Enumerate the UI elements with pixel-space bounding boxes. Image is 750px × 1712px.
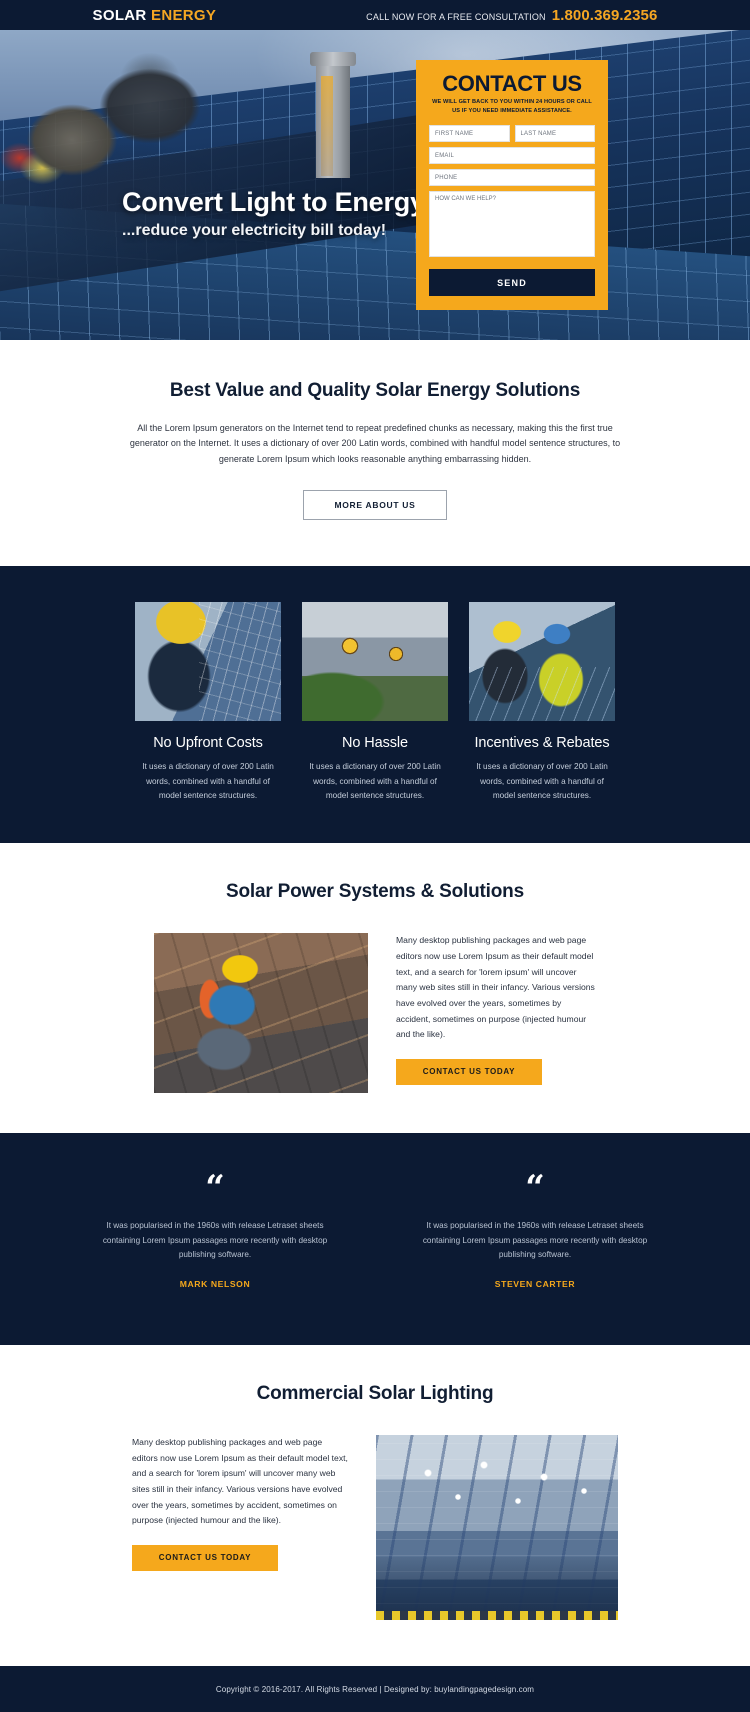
feature-title: No Hassle bbox=[342, 735, 408, 752]
hero-subheadline: ...reduce your electricity bill today! bbox=[122, 221, 387, 239]
phone-input[interactable]: PHONE bbox=[429, 169, 595, 187]
intro-heading: Best Value and Quality Solar Energy Solu… bbox=[169, 380, 581, 401]
solar-power-section: Solar Power Systems & Solutions Many des… bbox=[0, 843, 750, 1134]
commercial-warehouse-photo bbox=[376, 1435, 618, 1621]
feature-card: No Upfront Costs It uses a dictionary of… bbox=[135, 602, 281, 803]
hero-headline: Convert Light to Energy bbox=[122, 187, 425, 217]
hero-section: Convert Light to Energy ...reduce your e… bbox=[0, 30, 750, 340]
feature-body: It uses a dictionary of over 200 Latin w… bbox=[309, 762, 441, 801]
commercial-row: Many desktop publishing packages and web… bbox=[0, 1435, 750, 1621]
contact-us-today-button[interactable]: CONTACT US TODAY bbox=[396, 1058, 542, 1085]
site-logo[interactable]: SOLAR ENERGY bbox=[93, 7, 217, 24]
feature-title: No Upfront Costs bbox=[153, 735, 263, 752]
feature-image-icon bbox=[469, 602, 615, 722]
solar-power-photo bbox=[154, 933, 368, 1094]
testimonial-card: “ It was popularised in the 1960s with r… bbox=[100, 1168, 330, 1290]
name-fields-row: FIRST NAME LAST NAME bbox=[429, 125, 595, 143]
hero-chimney-vent bbox=[310, 52, 356, 178]
testimonial-body: It was popularised in the 1960s with rel… bbox=[102, 1221, 328, 1260]
footer-copyright: Copyright © 2016-2017. All Rights Reserv… bbox=[215, 1684, 535, 1694]
commercial-lighting-section: Commercial Solar Lighting Many desktop p… bbox=[0, 1345, 750, 1667]
send-button[interactable]: SEND bbox=[429, 269, 595, 297]
phone-number-link[interactable]: 1.800.369.2356 bbox=[552, 7, 658, 24]
contact-us-today-button[interactable]: CONTACT US TODAY bbox=[132, 1544, 278, 1571]
first-name-input[interactable]: FIRST NAME bbox=[429, 125, 510, 143]
commercial-heading: Commercial Solar Lighting bbox=[256, 1383, 494, 1405]
feature-image-icon bbox=[302, 602, 448, 722]
commercial-text-column: Many desktop publishing packages and web… bbox=[132, 1435, 348, 1620]
message-textarea[interactable]: HOW CAN WE HELP? bbox=[429, 191, 595, 258]
feature-title: Incentives & Rebates bbox=[474, 735, 610, 752]
solar-power-row: Many desktop publishing packages and web… bbox=[0, 933, 750, 1094]
testimonial-card: “ It was popularised in the 1960s with r… bbox=[420, 1168, 650, 1290]
contact-form-title: CONTACT US bbox=[442, 71, 582, 96]
hero-workers-photo bbox=[0, 48, 300, 288]
logo-word-energy: ENERGY bbox=[151, 6, 217, 24]
features-section: No Upfront Costs It uses a dictionary of… bbox=[0, 566, 750, 844]
page-footer: Copyright © 2016-2017. All Rights Reserv… bbox=[0, 1666, 750, 1712]
top-bar: SOLAR ENERGY CALL NOW FOR A FREE CONSULT… bbox=[0, 0, 750, 30]
quote-mark-icon: “ bbox=[205, 1168, 225, 1209]
solar-power-heading: Solar Power Systems & Solutions bbox=[226, 881, 524, 903]
testimonials-section: “ It was popularised in the 1960s with r… bbox=[0, 1133, 750, 1346]
feature-image-icon bbox=[135, 602, 281, 722]
contact-form-card: CONTACT US WE WILL GET BACK TO YOU WITHI… bbox=[416, 60, 608, 311]
feature-card: No Hassle It uses a dictionary of over 2… bbox=[302, 602, 448, 803]
call-now-label: CALL NOW FOR A FREE CONSULTATION bbox=[366, 11, 546, 22]
feature-card: Incentives & Rebates It uses a dictionar… bbox=[469, 602, 615, 803]
logo-word-solar: SOLAR bbox=[92, 6, 147, 24]
feature-body: It uses a dictionary of over 200 Latin w… bbox=[476, 762, 608, 801]
email-input[interactable]: EMAIL bbox=[429, 147, 595, 165]
email-field-row: EMAIL bbox=[429, 147, 595, 165]
more-about-us-button[interactable]: MORE ABOUT US bbox=[303, 490, 447, 521]
phone-field-row: PHONE bbox=[429, 169, 595, 187]
testimonial-author: MARK NELSON bbox=[179, 1279, 251, 1290]
commercial-paragraph: Many desktop publishing packages and web… bbox=[132, 1437, 348, 1526]
testimonials-row: “ It was popularised in the 1960s with r… bbox=[0, 1168, 750, 1290]
intro-paragraph: All the Lorem Ipsum generators on the In… bbox=[129, 423, 621, 464]
quote-mark-icon: “ bbox=[525, 1168, 545, 1209]
intro-section: Best Value and Quality Solar Energy Solu… bbox=[0, 340, 750, 567]
call-now-block: CALL NOW FOR A FREE CONSULTATION 1.800.3… bbox=[366, 7, 657, 24]
last-name-input[interactable]: LAST NAME bbox=[514, 125, 595, 143]
testimonial-body: It was popularised in the 1960s with rel… bbox=[422, 1221, 648, 1260]
testimonial-author: STEVEN CARTER bbox=[494, 1279, 576, 1290]
features-row: No Upfront Costs It uses a dictionary of… bbox=[0, 602, 750, 803]
contact-form-subtitle: WE WILL GET BACK TO YOU WITHIN 24 HOURS … bbox=[432, 99, 592, 114]
solar-power-paragraph: Many desktop publishing packages and web… bbox=[396, 935, 595, 1040]
solar-power-text-column: Many desktop publishing packages and web… bbox=[396, 933, 596, 1093]
landing-page: SOLAR ENERGY CALL NOW FOR A FREE CONSULT… bbox=[0, 0, 750, 1712]
feature-body: It uses a dictionary of over 200 Latin w… bbox=[142, 762, 274, 801]
hero-copy: Convert Light to Energy ...reduce your e… bbox=[122, 187, 425, 240]
